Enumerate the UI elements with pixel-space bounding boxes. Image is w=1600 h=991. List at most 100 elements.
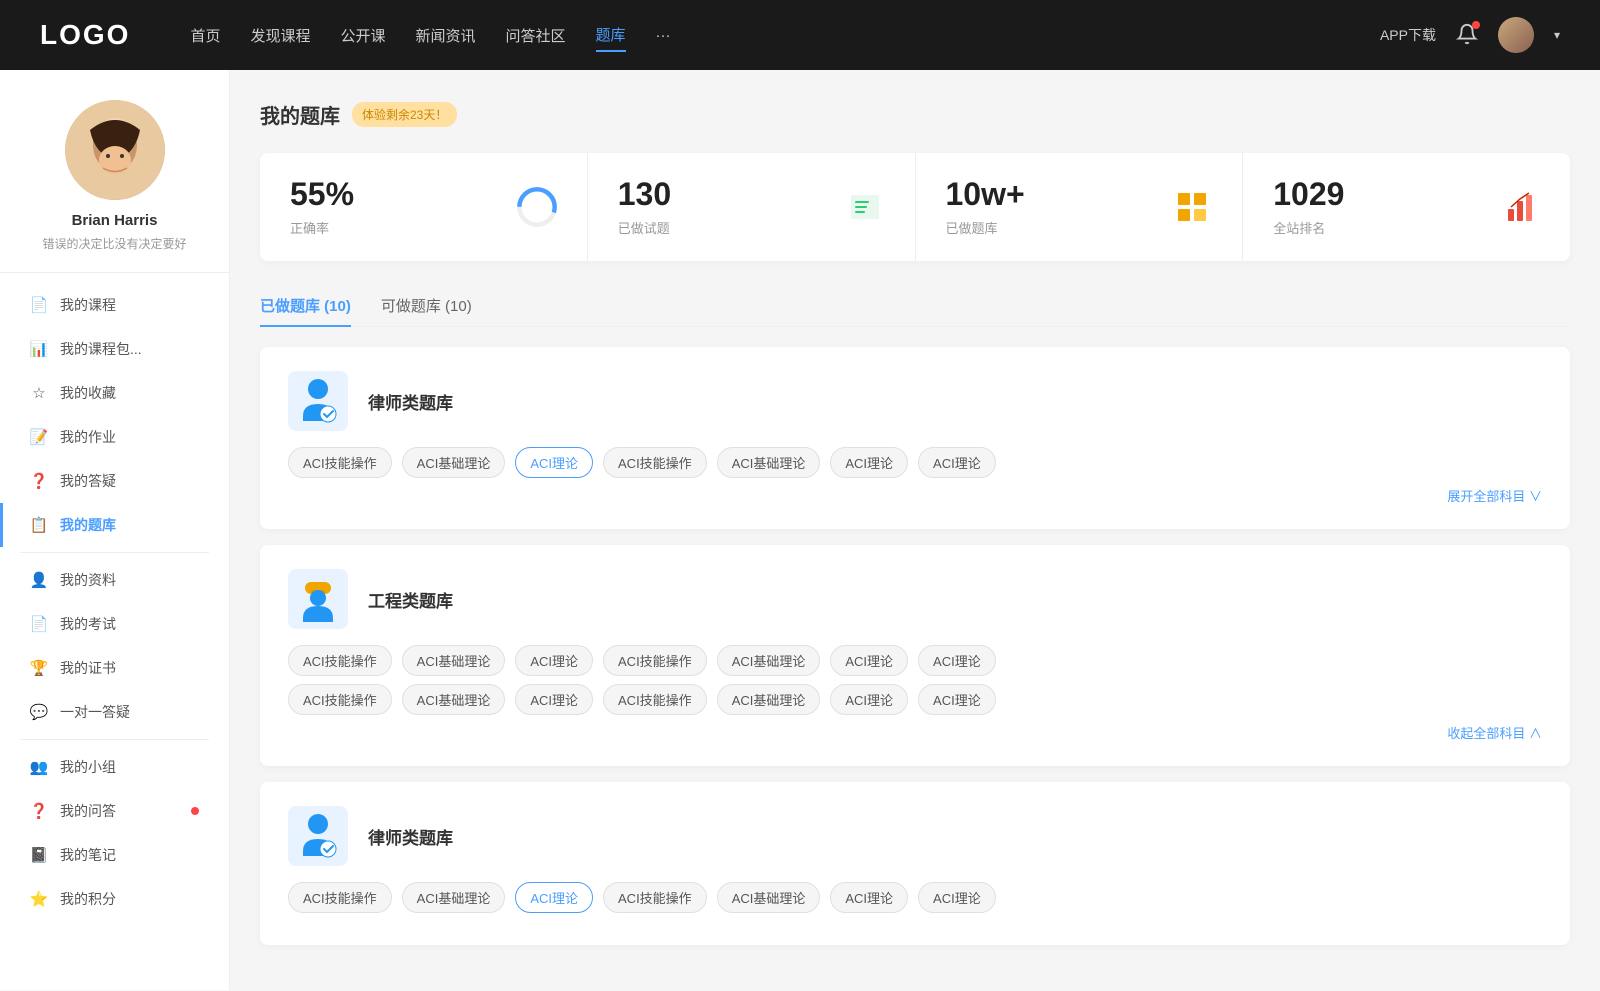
accuracy-icon: [517, 187, 557, 227]
engineer-icon: [288, 569, 348, 629]
done-q-info: 130 已做试题: [618, 177, 829, 237]
tag-2b-5[interactable]: ACI理论: [830, 684, 908, 715]
menu-points[interactable]: ⭐ 我的积分: [0, 877, 229, 921]
menu-my-courses[interactable]: 📄 我的课程: [0, 283, 229, 327]
tag-2b-4[interactable]: ACI基础理论: [717, 684, 821, 715]
notification-bell[interactable]: [1456, 23, 1478, 48]
tag-1-4[interactable]: ACI基础理论: [717, 447, 821, 478]
qbank-header-2: 工程类题库: [288, 569, 1542, 629]
nav-opencourse[interactable]: 公开课: [340, 20, 385, 51]
tags-row-1: ACI技能操作 ACI基础理论 ACI理论 ACI技能操作 ACI基础理论 AC…: [288, 447, 1542, 478]
expand-link-1[interactable]: 展开全部科目 ∨: [288, 486, 1542, 505]
dropdown-chevron[interactable]: ▾: [1554, 28, 1560, 42]
exams-icon: 📄: [30, 615, 48, 633]
tag-2-5[interactable]: ACI理论: [830, 645, 908, 676]
tag-3-2[interactable]: ACI理论: [515, 882, 593, 913]
rank-icon: [1500, 187, 1540, 227]
menu-tutoring[interactable]: 💬 一对一答疑: [0, 690, 229, 734]
avatar-image: [1498, 17, 1534, 53]
app-download-link[interactable]: APP下载: [1380, 25, 1436, 45]
done-q-value: 130: [618, 177, 829, 212]
menu-favorites[interactable]: ☆ 我的收藏: [0, 371, 229, 415]
homework-icon: 📝: [30, 428, 48, 446]
tag-1-3[interactable]: ACI技能操作: [603, 447, 707, 478]
tag-3-4[interactable]: ACI基础理论: [717, 882, 821, 913]
nav-questions[interactable]: 题库: [596, 19, 626, 52]
navbar: LOGO 首页 发现课程 公开课 新闻资讯 问答社区 题库 ··· APP下载 …: [0, 0, 1600, 70]
done-b-value: 10w+: [946, 177, 1157, 212]
qbank-card-lawyer-1: 律师类题库 ACI技能操作 ACI基础理论 ACI理论 ACI技能操作 ACI基…: [260, 347, 1570, 529]
tags-row-2a: ACI技能操作 ACI基础理论 ACI理论 ACI技能操作 ACI基础理论 AC…: [288, 645, 1542, 676]
menu-course-package[interactable]: 📊 我的课程包...: [0, 327, 229, 371]
menu-certificates[interactable]: 🏆 我的证书: [0, 646, 229, 690]
collapse-link-2[interactable]: 收起全部科目 ∧: [288, 723, 1542, 742]
exams-label: 我的考试: [60, 614, 199, 634]
tag-1-5[interactable]: ACI理论: [830, 447, 908, 478]
done-b-label: 已做题库: [946, 218, 1157, 237]
tab-done[interactable]: 已做题库 (10): [260, 285, 351, 326]
tag-2-3[interactable]: ACI技能操作: [603, 645, 707, 676]
nav-home[interactable]: 首页: [190, 20, 220, 51]
menu-questions-answered[interactable]: ❓ 我的问答: [0, 789, 229, 833]
tag-3-3[interactable]: ACI技能操作: [603, 882, 707, 913]
notes-icon: 📓: [30, 846, 48, 864]
chart-icon: [1502, 189, 1538, 225]
tag-2-4[interactable]: ACI基础理论: [717, 645, 821, 676]
lawyer-icon-1: [288, 371, 348, 431]
tag-3-6[interactable]: ACI理论: [918, 882, 996, 913]
sidebar-menu: 📄 我的课程 📊 我的课程包... ☆ 我的收藏 📝 我的作业 ❓ 我的答疑 📋: [0, 283, 229, 921]
menu-notes[interactable]: 📓 我的笔记: [0, 833, 229, 877]
tag-3-0[interactable]: ACI技能操作: [288, 882, 392, 913]
tag-2-1[interactable]: ACI基础理论: [402, 645, 506, 676]
nav-discover[interactable]: 发现课程: [250, 20, 310, 51]
menu-exams[interactable]: 📄 我的考试: [0, 602, 229, 646]
donut-chart: [517, 187, 557, 227]
nav-menu: 首页 发现课程 公开课 新闻资讯 问答社区 题库 ···: [190, 19, 1380, 52]
favorites-label: 我的收藏: [60, 383, 199, 403]
main-content: 我的题库 体验剩余23天！ 55% 正确率: [230, 70, 1600, 991]
tag-2-6[interactable]: ACI理论: [918, 645, 996, 676]
logo[interactable]: LOGO: [40, 19, 130, 51]
tag-2-2[interactable]: ACI理论: [515, 645, 593, 676]
tag-2b-6[interactable]: ACI理论: [918, 684, 996, 715]
groups-label: 我的小组: [60, 757, 199, 777]
menu-groups[interactable]: 👥 我的小组: [0, 745, 229, 789]
tag-3-5[interactable]: ACI理论: [830, 882, 908, 913]
engineer-figure: [293, 574, 343, 624]
tag-1-2[interactable]: ACI理论: [515, 447, 593, 478]
tag-2b-0[interactable]: ACI技能操作: [288, 684, 392, 715]
sidebar: Brian Harris 错误的决定比没有决定要好 📄 我的课程 📊 我的课程包…: [0, 70, 230, 990]
tag-2b-2[interactable]: ACI理论: [515, 684, 593, 715]
nav-qa[interactable]: 问答社区: [506, 20, 566, 51]
username: Brian Harris: [72, 212, 158, 229]
stat-accuracy: 55% 正确率: [260, 153, 588, 261]
tags-row-3: ACI技能操作 ACI基础理论 ACI理论 ACI技能操作 ACI基础理论 AC…: [288, 882, 1542, 913]
tag-2b-3[interactable]: ACI技能操作: [603, 684, 707, 715]
user-profile: Brian Harris 错误的决定比没有决定要好: [0, 100, 229, 273]
main-layout: Brian Harris 错误的决定比没有决定要好 📄 我的课程 📊 我的课程包…: [0, 70, 1600, 991]
menu-homework[interactable]: 📝 我的作业: [0, 415, 229, 459]
menu-profile[interactable]: 👤 我的资料: [0, 558, 229, 602]
qbank-label: 我的题库: [60, 515, 199, 535]
menu-divider-1: [20, 552, 209, 553]
lawyer-figure-2: [293, 811, 343, 861]
tutoring-icon: 💬: [30, 703, 48, 721]
qbank-header-1: 律师类题库: [288, 371, 1542, 431]
accuracy-value: 55%: [290, 177, 501, 212]
tag-1-6[interactable]: ACI理论: [918, 447, 996, 478]
nav-news[interactable]: 新闻资讯: [416, 20, 476, 51]
tag-1-0[interactable]: ACI技能操作: [288, 447, 392, 478]
menu-question-bank[interactable]: 📋 我的题库: [0, 503, 229, 547]
tag-1-1[interactable]: ACI基础理论: [402, 447, 506, 478]
menu-qa[interactable]: ❓ 我的答疑: [0, 459, 229, 503]
qbank-title-2: 工程类题库: [368, 587, 453, 612]
groups-icon: 👥: [30, 758, 48, 776]
nav-more[interactable]: ···: [656, 22, 671, 49]
tag-2b-1[interactable]: ACI基础理论: [402, 684, 506, 715]
tag-2-0[interactable]: ACI技能操作: [288, 645, 392, 676]
user-avatar-nav[interactable]: [1498, 17, 1534, 53]
menu-divider-2: [20, 739, 209, 740]
user-avatar: [65, 100, 165, 200]
tag-3-1[interactable]: ACI基础理论: [402, 882, 506, 913]
tab-available[interactable]: 可做题库 (10): [381, 285, 472, 326]
